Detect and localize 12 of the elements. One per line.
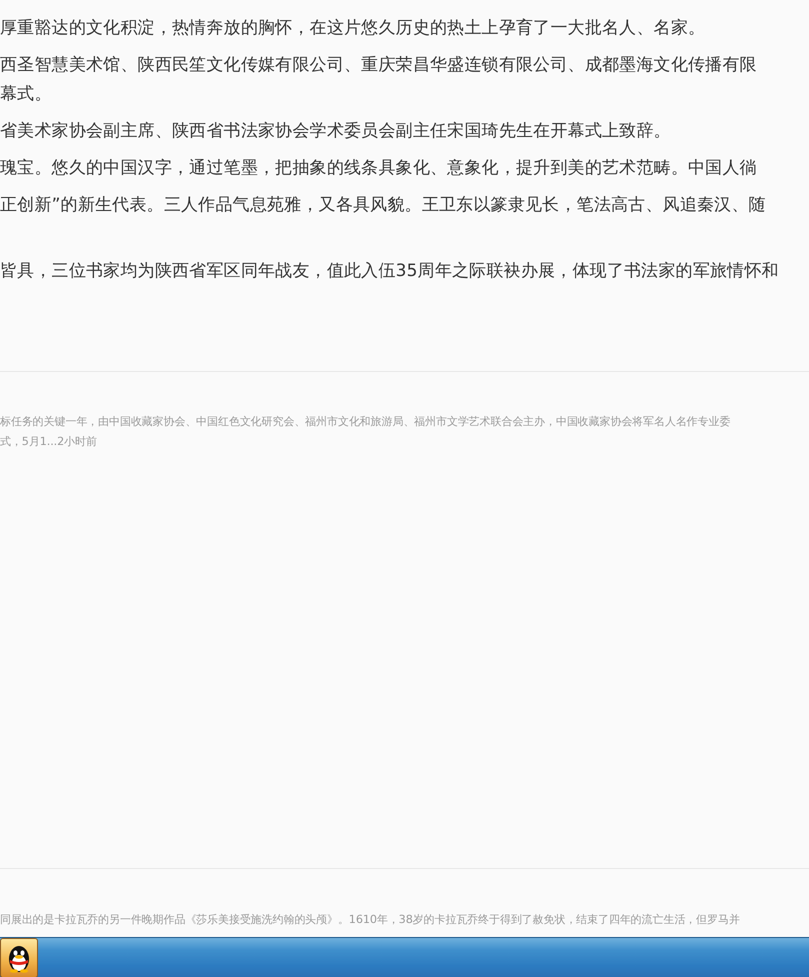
article-text: 皆具，三位书家均为陕西省军区同年战友，值此入伍35周年之际联袂办展，体现了书法家的军旅情怀和 [0,260,780,283]
article-text: 西圣智慧美术馆、陕西民笙文化传媒有限公司、重庆荣昌华盛连锁有限公司、成都墨海文化传播有限 [0,54,758,77]
article-text: 厚重豁达的文化积淀，热情奔放的胸怀，在这片悠久历史的热土上孕育了一大批名人、名家。 [0,17,706,40]
news-summary: 同展出的是卡拉瓦乔的另一件晚期作品《莎乐美接受施洗约翰的头颅》。1610年，38岁的卡拉瓦乔终于得到了赦免状，结束了四年的流亡生活，但罗马并 [0,912,741,928]
article-text: 幕式。 [0,83,53,106]
news-summary: 式，5月1...2小时前 [0,434,98,450]
taskbar-app-button[interactable] [0,938,38,977]
news-summary: 标任务的关键一年，由中国收藏家协会、中国红色文化研究会、福州市文化和旅游局、福州市文学艺术联合会主办，中国收藏家协会将军名人名作专业委 [0,414,732,430]
article-text: 瑰宝。悠久的中国汉字，通过笔墨，把抽象的线条具象化、意象化，提升到美的艺术范畴。中国人徜 [0,157,758,180]
penguin-icon [6,943,32,973]
article-text: 省美术家协会副主席、陕西省书法家协会学术委员会副主任宋国琦先生在开幕式上致辞。 [0,120,672,143]
article-text: 正创新”的新生代表。三人作品气息苑雅，又各具风貌。王卫东以篆隶见长，笔法高古、风追秦汉、随 [0,194,767,217]
